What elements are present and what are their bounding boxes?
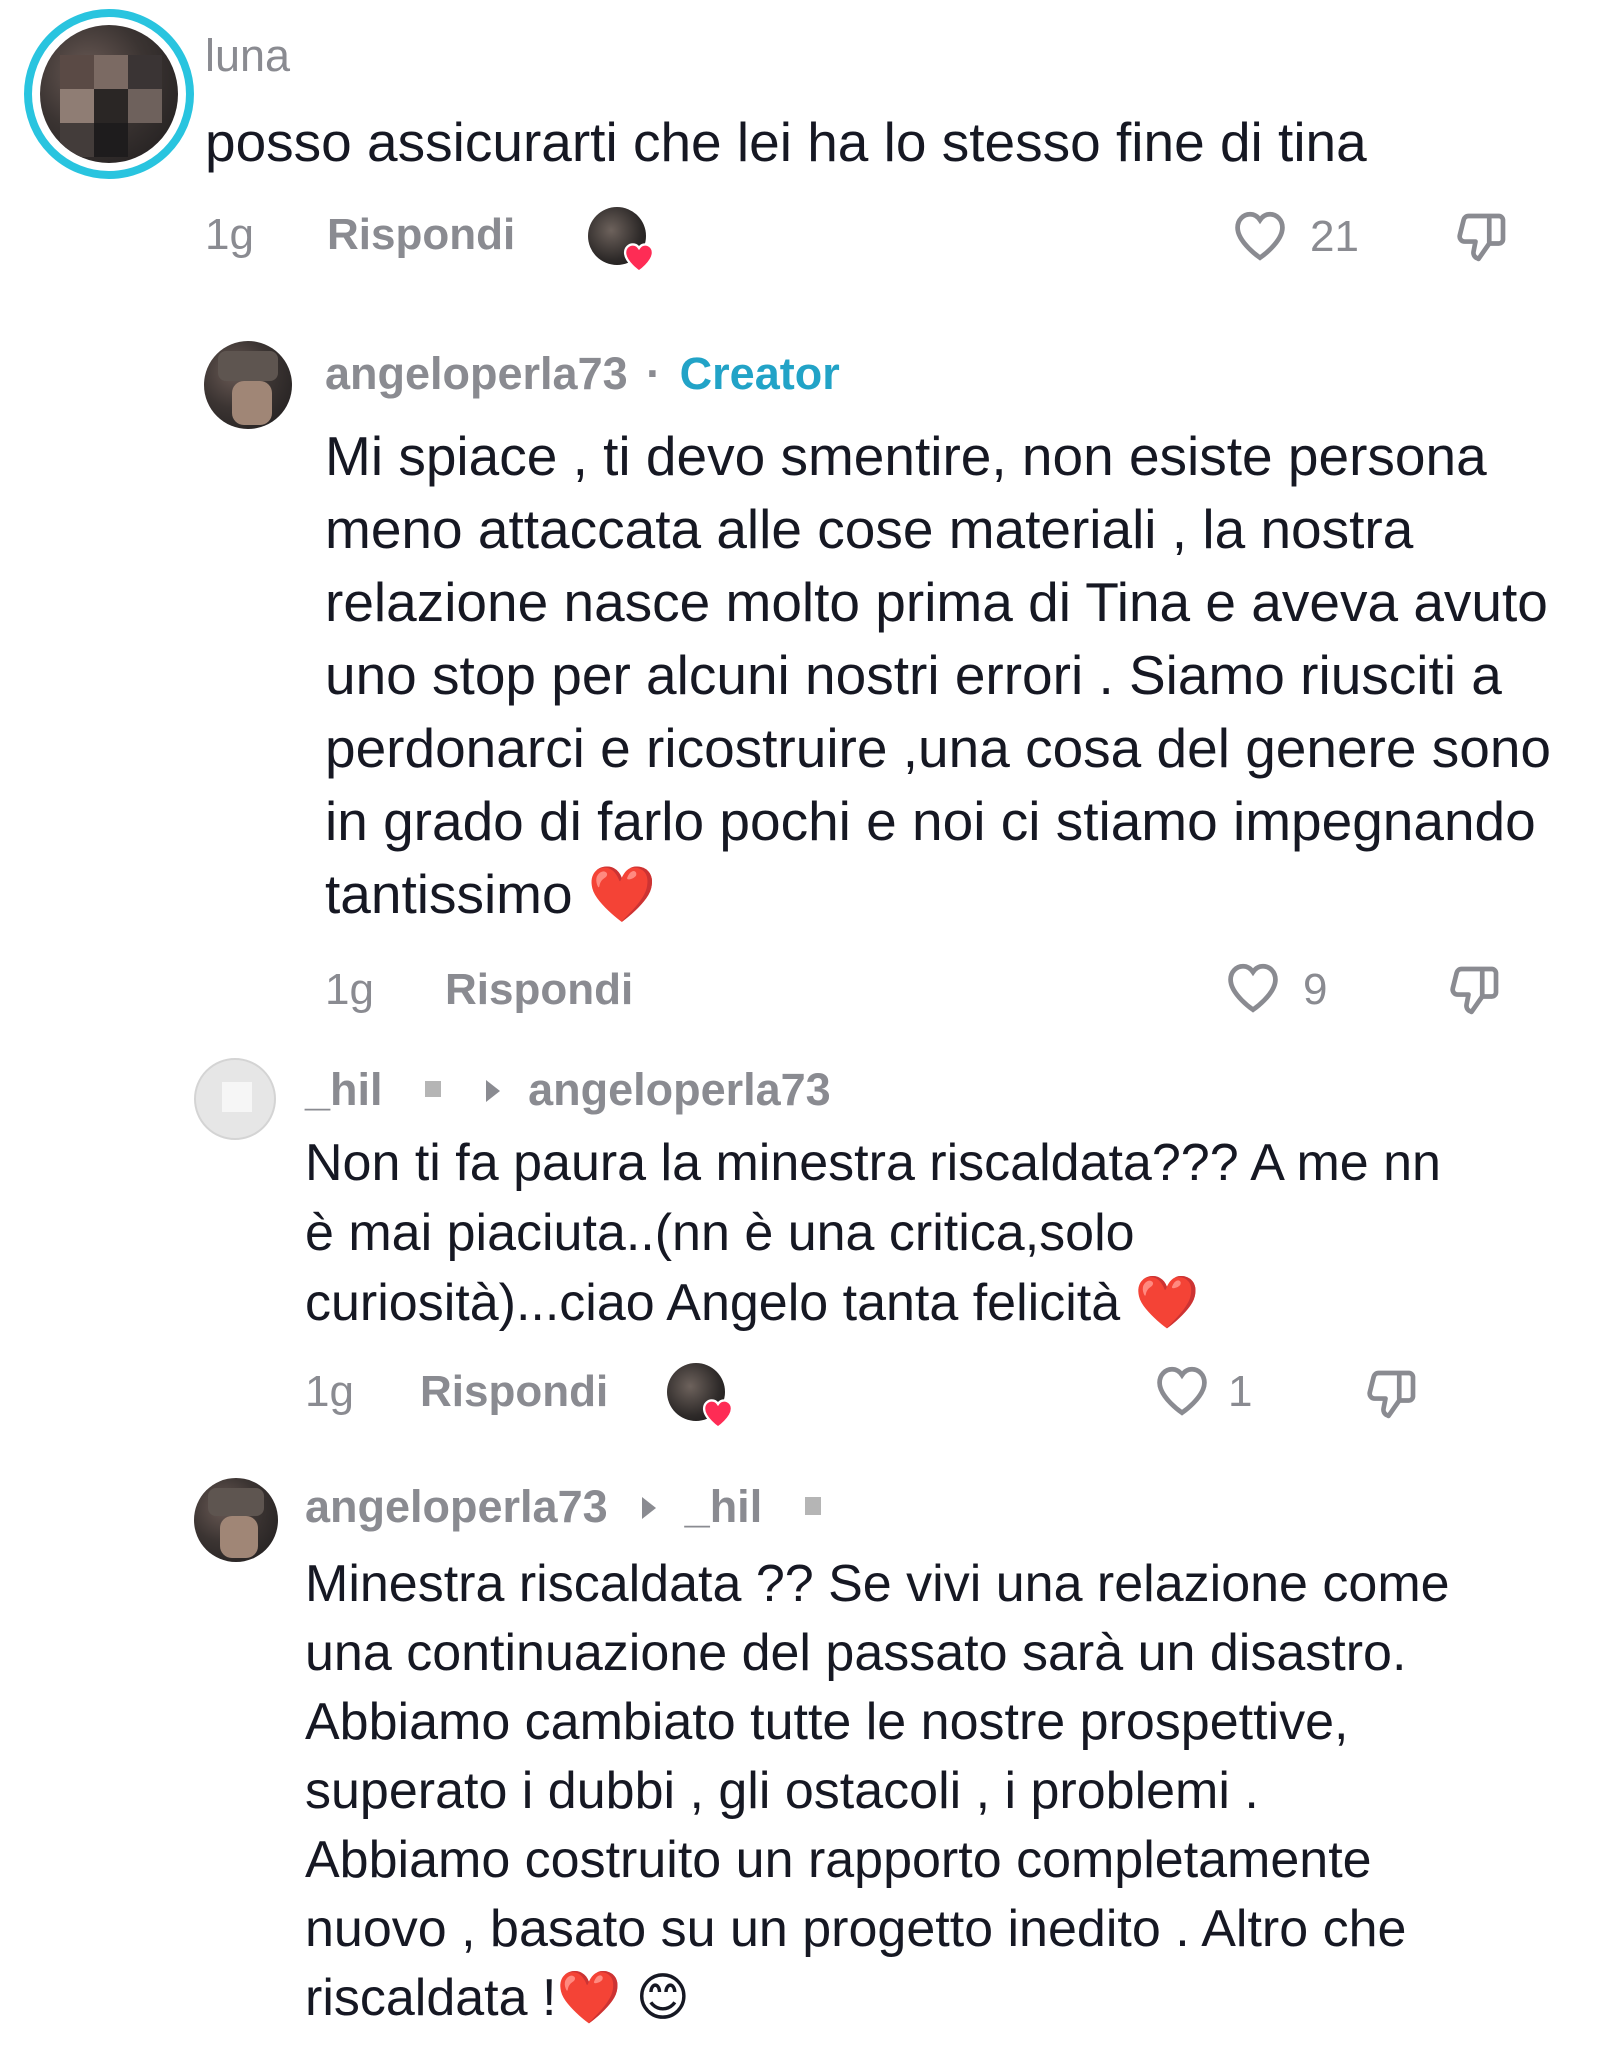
- heart-filled-icon: [702, 1399, 734, 1429]
- username-line: _hil angeloperla73: [305, 1064, 831, 1116]
- like-count: 1: [1228, 1367, 1253, 1416]
- comment-text: Non ti fa paura la minestra riscaldata??…: [305, 1134, 1441, 1332]
- username[interactable]: _hil: [305, 1064, 383, 1115]
- heart-filled-icon: [623, 243, 655, 273]
- comment-time: 1g: [305, 1367, 354, 1416]
- avatar[interactable]: [204, 341, 292, 429]
- avatar[interactable]: [194, 1478, 278, 1562]
- comment-text: posso assicurarti che lei ha lo stesso f…: [205, 111, 1367, 173]
- username[interactable]: angeloperla73: [305, 1481, 608, 1532]
- username[interactable]: luna: [205, 30, 290, 82]
- username[interactable]: angeloperla73: [325, 348, 628, 399]
- like-count: 21: [1310, 212, 1359, 261]
- reply-to-username[interactable]: angeloperla73: [528, 1064, 831, 1115]
- username-line: angeloperla73 · Creator: [325, 348, 840, 400]
- creator-liked-avatar: [588, 207, 655, 273]
- creator-liked-avatar: [667, 1363, 734, 1429]
- separator: ·: [646, 348, 662, 399]
- creator-badge: Creator: [679, 348, 840, 399]
- heart-outline-icon[interactable]: [1228, 205, 1292, 263]
- thumbs-down-icon[interactable]: [1448, 205, 1514, 271]
- like-count: 9: [1303, 965, 1328, 1014]
- reply-to-username[interactable]: _hil: [685, 1481, 763, 1532]
- reply-arrow-icon: [642, 1497, 657, 1520]
- comment-time: 1g: [325, 965, 374, 1014]
- thumbs-down-icon[interactable]: [1441, 958, 1507, 1024]
- comment-time: 1g: [205, 210, 254, 259]
- reply-button[interactable]: Rispondi: [420, 1367, 608, 1417]
- redacted-mark: [425, 1081, 442, 1098]
- comment-text: Minestra riscaldata ?? Se vivi una relaz…: [305, 1555, 1450, 2027]
- thumbs-down-icon[interactable]: [1358, 1362, 1424, 1428]
- avatar[interactable]: [40, 25, 178, 163]
- heart-outline-icon[interactable]: [1150, 1360, 1214, 1418]
- reply-button[interactable]: Rispondi: [327, 210, 515, 260]
- redacted-mark: [804, 1497, 821, 1516]
- heart-outline-icon[interactable]: [1221, 957, 1285, 1015]
- comment-text: Mi spiace , ti devo smentire, non esiste…: [325, 425, 1552, 925]
- avatar[interactable]: [194, 1058, 276, 1140]
- username-line: angeloperla73 _hil: [305, 1481, 821, 1533]
- reply-button[interactable]: Rispondi: [445, 965, 633, 1015]
- reply-arrow-icon: [485, 1080, 500, 1103]
